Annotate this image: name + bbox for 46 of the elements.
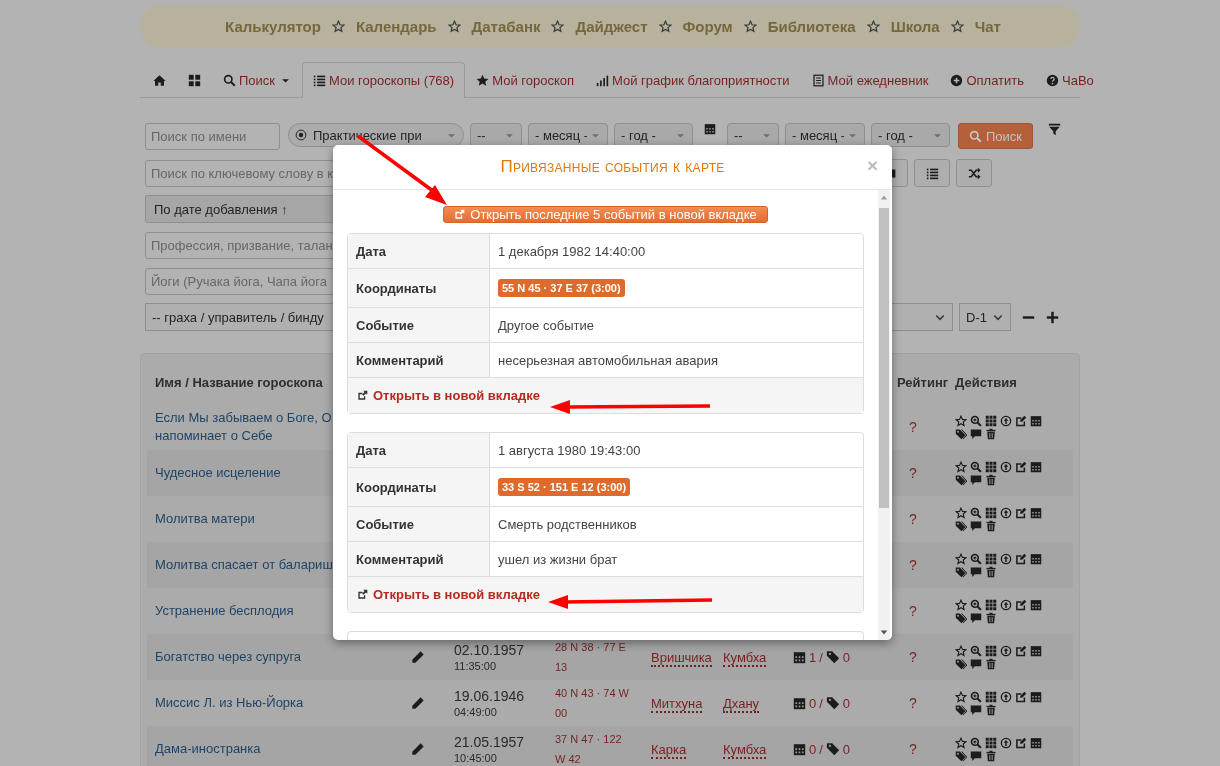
events-count: 0: [809, 741, 817, 757]
birth-time: 04:49:00: [454, 706, 498, 719]
tags-count: 0: [842, 695, 851, 711]
field-label: Комментарий: [348, 542, 490, 576]
rating: ?: [909, 511, 917, 527]
field-value: ушел из жизни брат: [498, 551, 618, 567]
rating: ?: [909, 649, 917, 665]
tags-count: 0: [842, 741, 851, 757]
field-value: Другое событие: [498, 317, 595, 333]
rating: ?: [909, 419, 917, 435]
events-count: 1: [809, 649, 817, 665]
events-count: 0: [809, 695, 817, 711]
column-header: Рейтинг: [897, 374, 949, 390]
coordinates: 37 N 47 · 122 W 42: [555, 732, 623, 766]
separator: /: [819, 695, 823, 711]
field-value: Смерть родственников: [498, 516, 637, 532]
rating: ?: [909, 603, 917, 619]
field-label: Комментарий: [348, 343, 490, 377]
field-label: Координаты: [348, 269, 490, 307]
rating: ?: [909, 465, 917, 481]
rating: ?: [909, 695, 917, 711]
field-label: Координаты: [348, 468, 490, 506]
coordinates: 40 N 43 · 74 W 00: [555, 686, 630, 721]
birth-time: 10:45:00: [454, 752, 498, 765]
birth-date: 19.06.1946: [454, 688, 526, 704]
birth-date: 02.10.1957: [454, 642, 526, 658]
tags-count: 0: [842, 649, 851, 665]
field-value: 1 августа 1980 19:43:00: [498, 442, 641, 458]
coordinates: 28 N 38 · 77 E 13: [555, 640, 627, 675]
field-label: Дата: [348, 234, 490, 268]
rating: ?: [909, 557, 917, 573]
field-label: Событие: [348, 507, 490, 541]
field-label: Событие: [348, 308, 490, 342]
field-value: 1 декабря 1982 14:40:00: [498, 243, 646, 259]
coordinates-badge: 33 S 52 · 151 E 12 (3:00): [498, 478, 631, 496]
coordinates-badge: 55 N 45 · 37 E 37 (3:00): [498, 279, 625, 297]
column-header: Действия: [955, 374, 1017, 390]
column-header: Имя / Название гороскопа: [155, 374, 323, 390]
birth-time: 11:35:00: [454, 660, 497, 673]
separator: /: [819, 649, 823, 665]
modal-title: Привязанные события к карте: [500, 157, 725, 177]
birth-date: 21.05.1957: [454, 734, 526, 750]
separator: /: [819, 741, 823, 757]
field-value: несерьезная автомобильная авария: [498, 352, 719, 368]
field-label: Дата: [348, 433, 490, 467]
rating: ?: [909, 741, 917, 757]
